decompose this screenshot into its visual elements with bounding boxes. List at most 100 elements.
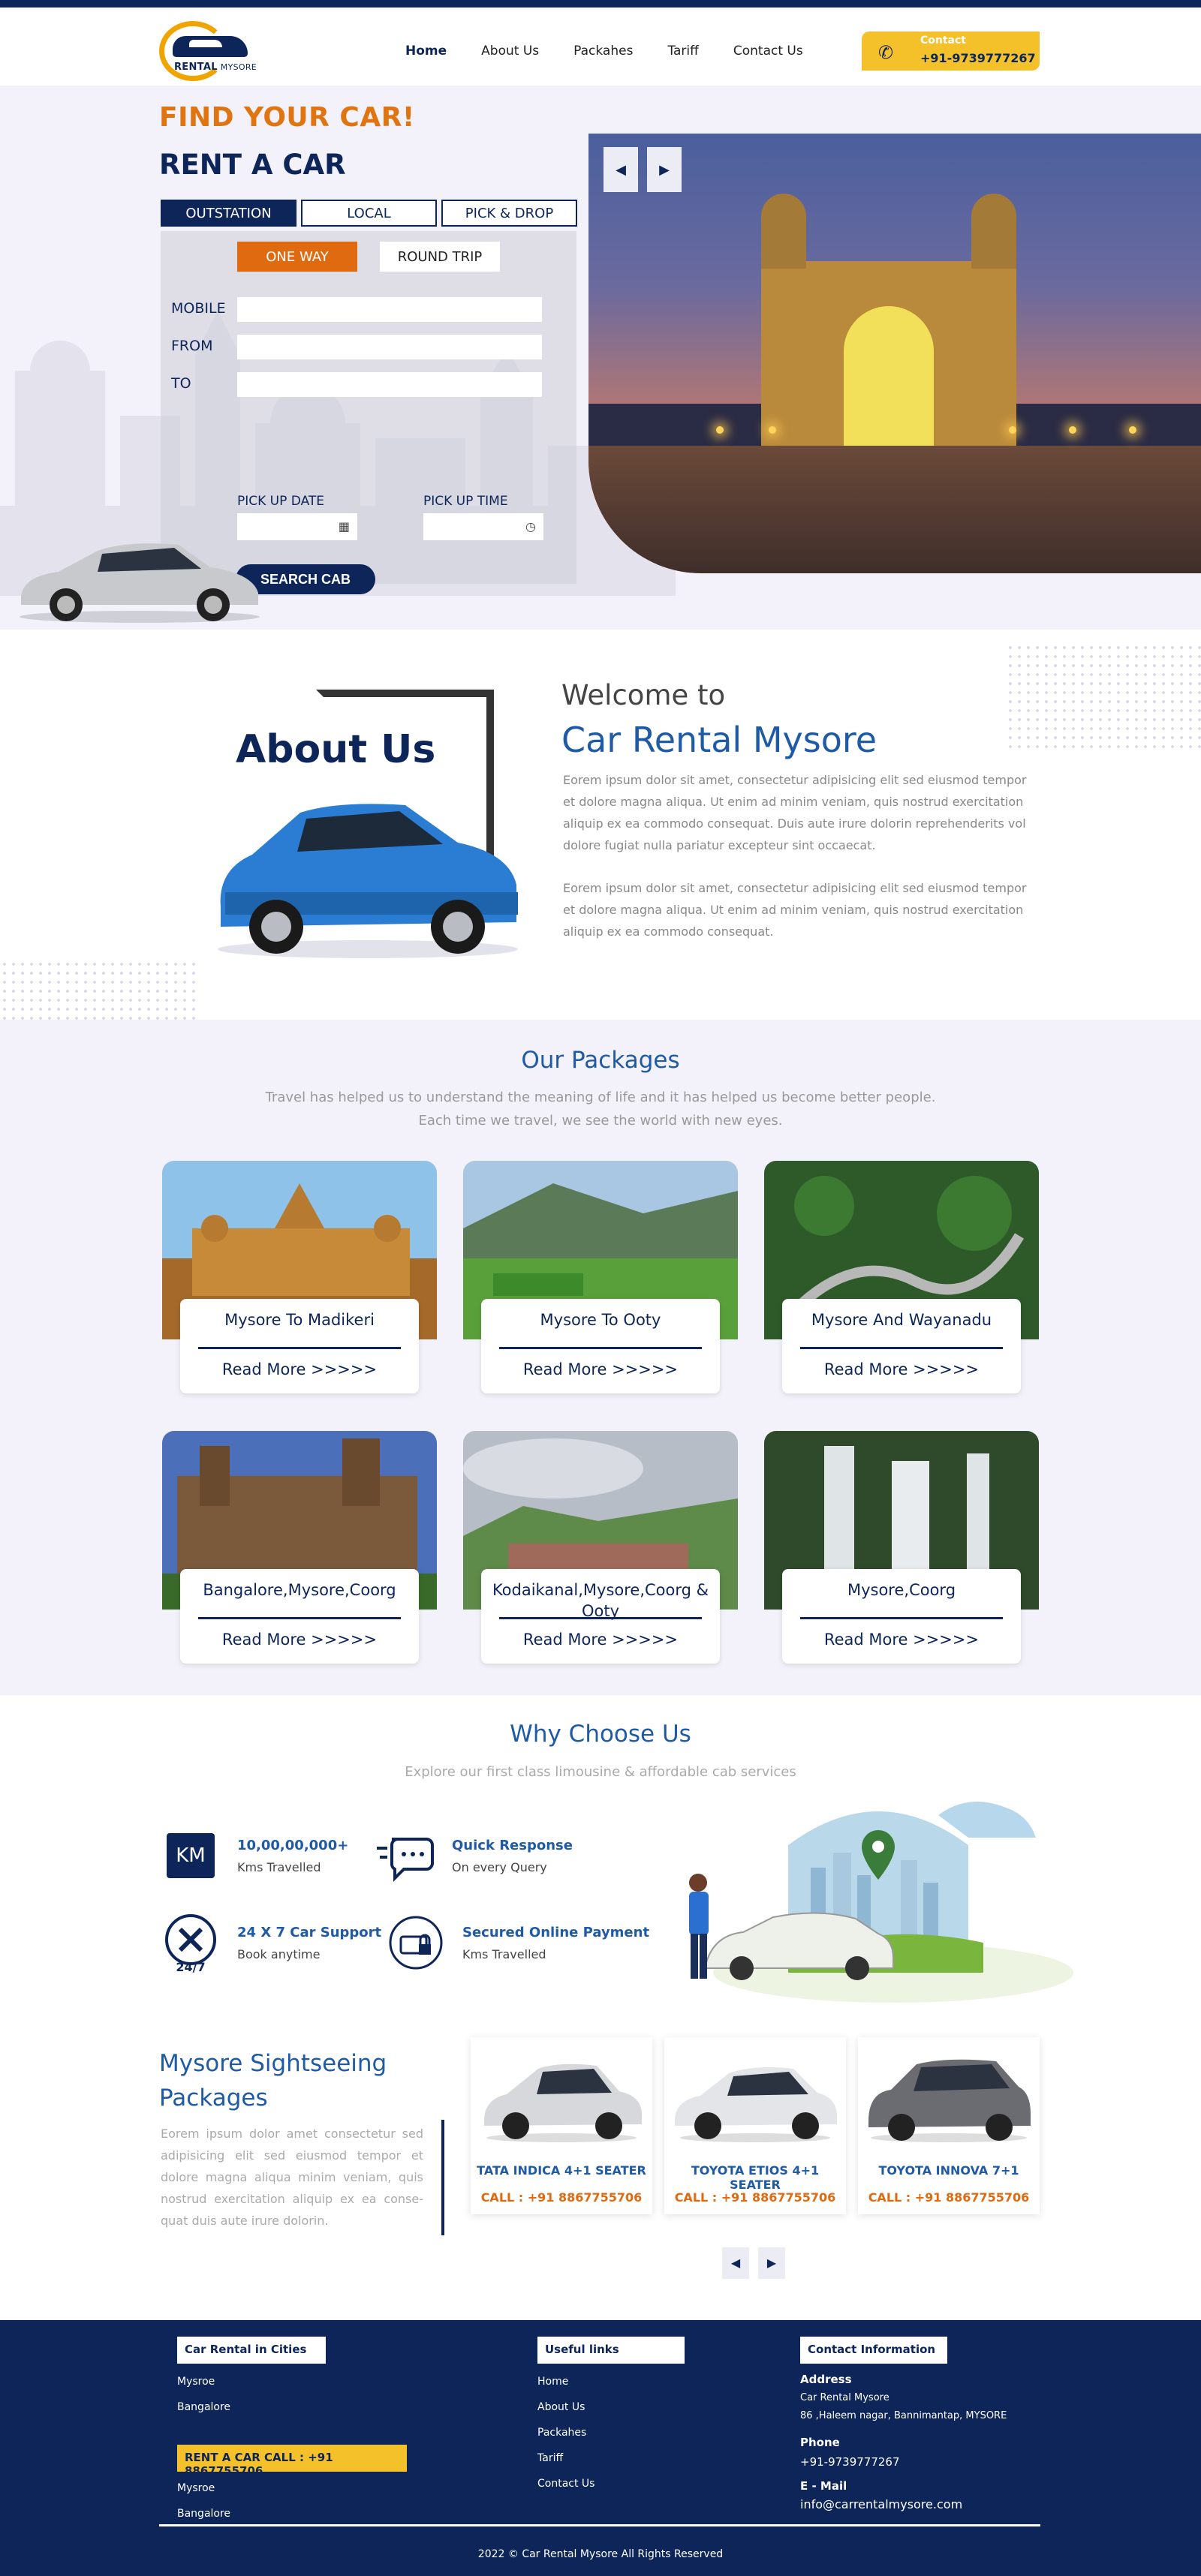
hero-prev-arrow[interactable]: ◀ [604, 147, 638, 192]
car-image [484, 2064, 642, 2142]
nav-packages[interactable]: Packahes [573, 44, 633, 59]
package-card[interactable]: Bangalore,Mysore,Coorg Read More >>>>> [162, 1431, 437, 1664]
footer-city-link[interactable]: Bangalore [177, 2508, 230, 2520]
divider [441, 2120, 444, 2235]
travel-map-illustration [689, 1802, 1073, 2003]
read-more-link[interactable]: Read More >>>>> [481, 1360, 720, 1378]
read-more-link[interactable]: Read More >>>>> [782, 1631, 1021, 1649]
feature-sub: On every Query [452, 1860, 547, 1874]
footer-link-contact[interactable]: Contact Us [537, 2478, 594, 2490]
packages-heading: Our Packages [521, 1047, 680, 1074]
dot-pattern [0, 960, 195, 1020]
feature-title: 10,00,00,000+ [237, 1838, 349, 1853]
cars-next-arrow[interactable]: ▶ [758, 2247, 785, 2279]
package-info: Bangalore,Mysore,Coorg Read More >>>>> [180, 1569, 419, 1664]
clock-icon: ◷ [525, 519, 536, 534]
car-image [868, 2059, 1031, 2142]
package-title: Mysore To Madikeri [224, 1311, 375, 1329]
footer-link-about[interactable]: About Us [537, 2401, 585, 2413]
footer-links-title: Useful links [537, 2337, 685, 2364]
footer-divider [159, 2524, 1040, 2526]
tab-local[interactable]: LOCAL [301, 200, 437, 227]
footer-city-link[interactable]: Mysroe [177, 2376, 215, 2388]
support-tools-icon: 24/7 [161, 1913, 221, 1973]
packages-subtitle-line2: Each time we travel, we see the world wi… [418, 1113, 783, 1129]
car-card[interactable]: TOYOTA ETIOS 4+1 SEATER CALL : +91 88677… [664, 2037, 846, 2214]
feature-kms: KM 10,00,00,000+ Kms Travelled [161, 1826, 371, 1886]
footer-call-bar[interactable]: RENT A CAR CALL : +91 8867755706 [177, 2445, 407, 2478]
car-name: TOYOTA INNOVA 7+1 [878, 2163, 1019, 2178]
pickup-date-label: PICK UP DATE [237, 494, 325, 509]
car-card[interactable]: TATA INDICA 4+1 SEATER CALL : +91 886775… [471, 2037, 652, 2214]
footer-email[interactable]: info@carrentalmysore.com [800, 2497, 962, 2511]
hero-next-arrow[interactable]: ▶ [647, 147, 682, 192]
secure-payment-icon [386, 1913, 446, 1973]
footer-link-packages[interactable]: Packahes [537, 2427, 586, 2439]
package-card[interactable]: Mysore To Ooty Read More >>>>> [463, 1161, 738, 1393]
phone-icon: ✆ [878, 42, 894, 63]
nav-home[interactable]: Home [405, 44, 447, 59]
sightseeing-section: Mysore Sightseeing Packages Eorem ipsum … [0, 2025, 1201, 2320]
site-logo[interactable]: RENTAL MYSORE [159, 18, 264, 83]
feature-title: Secured Online Payment [462, 1925, 650, 1940]
why-subtitle: Explore our first class limousine & affo… [405, 1764, 796, 1780]
pickup-time-label: PICK UP TIME [423, 494, 508, 509]
about-suv-image [218, 804, 518, 958]
from-input[interactable] [237, 335, 542, 359]
read-more-link[interactable]: Read More >>>>> [481, 1631, 720, 1649]
email-heading: E - Mail [800, 2479, 847, 2493]
read-more-link[interactable]: Read More >>>>> [180, 1631, 419, 1649]
hero-palace-image: ◀ ▶ [588, 134, 1201, 573]
about-paragraph-1: Eorem ipsum dolor sit amet, consectetur … [563, 773, 1027, 852]
package-card[interactable]: Mysore,Coorg Read More >>>>> [764, 1431, 1039, 1664]
address-line-1: Car Rental Mysore [800, 2392, 889, 2403]
logo-text: RENTAL MYSORE [174, 62, 257, 73]
tab-outstation[interactable]: OUTSTATION [161, 200, 296, 227]
car-call[interactable]: CALL : +91 8867755706 [858, 2190, 1040, 2205]
nav-contact[interactable]: Contact Us [733, 44, 803, 59]
support-badge-text: 24/7 [176, 1960, 205, 1973]
footer-link-tariff[interactable]: Tariff [537, 2452, 563, 2464]
package-info: Mysore,Coorg Read More >>>>> [782, 1569, 1021, 1664]
to-label: TO [171, 375, 191, 392]
footer-city-link[interactable]: Bangalore [177, 2401, 230, 2413]
pickup-time-input[interactable]: ◷ [423, 513, 543, 540]
tab-pick-drop[interactable]: PICK & DROP [441, 200, 577, 227]
footer-city-link[interactable]: Mysroe [177, 2482, 215, 2494]
one-way-toggle[interactable]: ONE WAY [237, 242, 357, 272]
package-info: Kodaikanal,Mysore,Coorg & Ooty Read More… [481, 1569, 720, 1664]
calendar-icon: ▦ [338, 519, 350, 534]
mobile-input[interactable] [237, 297, 542, 322]
booking-tabs: OUTSTATION LOCAL PICK & DROP [161, 200, 577, 227]
car-call[interactable]: CALL : +91 8867755706 [471, 2190, 652, 2205]
contact-pill[interactable]: ✆ Contact +91-9739777267 [862, 32, 1040, 71]
package-info: Mysore And Wayanadu Read More >>>>> [782, 1299, 1021, 1393]
package-title: Mysore To Ooty [540, 1311, 661, 1329]
read-more-link[interactable]: Read More >>>>> [180, 1360, 419, 1378]
packages-subtitle-line1: Travel has helped us to understand the m… [265, 1090, 936, 1105]
chat-bubble-icon [375, 1826, 435, 1886]
to-input[interactable] [237, 372, 542, 397]
sightseeing-heading-line2: Packages [159, 2085, 268, 2112]
car-call[interactable]: CALL : +91 8867755706 [664, 2190, 846, 2205]
package-card[interactable]: Mysore To Madikeri Read More >>>>> [162, 1161, 437, 1393]
read-more-link[interactable]: Read More >>>>> [782, 1360, 1021, 1378]
booking-form: ONE WAY ROUND TRIP MOBILE FROM TO PICK U… [161, 231, 576, 594]
footer-link-home[interactable]: Home [537, 2376, 568, 2388]
cars-prev-arrow[interactable]: ◀ [722, 2247, 749, 2279]
nav-about[interactable]: About Us [481, 44, 539, 59]
about-section: About Us Welcome to Car Rental Mysore Eo… [0, 630, 1201, 1020]
package-title: Bangalore,Mysore,Coorg [203, 1581, 396, 1599]
car-name: TOYOTA ETIOS 4+1 SEATER [691, 2163, 820, 2192]
nav-tariff[interactable]: Tariff [667, 44, 698, 59]
feature-response: Quick Response On every Query [375, 1826, 585, 1886]
package-card[interactable]: Kodaikanal,Mysore,Coorg & Ooty Read More… [463, 1431, 738, 1664]
sightseeing-paragraph: Eorem ipsum dolor amet consectetur sed a… [161, 2127, 423, 2228]
footer-phone[interactable]: +91-9739777267 [800, 2455, 900, 2469]
car-card[interactable]: TOYOTA INNOVA 7+1 CALL : +91 8867755706 [858, 2037, 1040, 2214]
package-card[interactable]: Mysore And Wayanadu Read More >>>>> [764, 1161, 1039, 1393]
main-nav: Home About Us Packahes Tariff Contact Us [405, 44, 838, 59]
feature-title: 24 X 7 Car Support [237, 1925, 382, 1940]
km-icon: KM [161, 1826, 221, 1886]
round-trip-toggle[interactable]: ROUND TRIP [380, 242, 500, 272]
